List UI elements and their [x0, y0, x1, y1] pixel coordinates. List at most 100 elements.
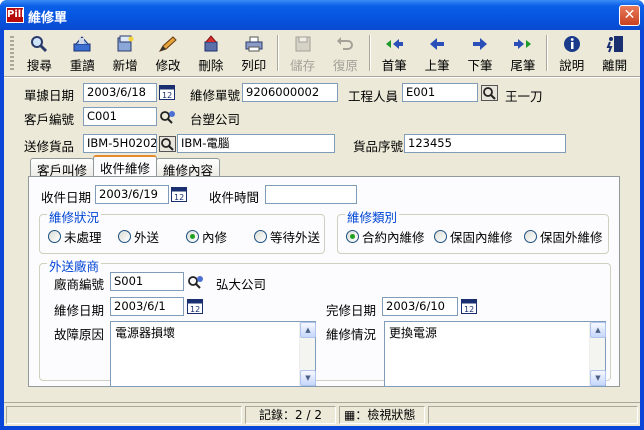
radio-sent-out[interactable]: 外送	[118, 227, 159, 246]
edit-button[interactable]: 修改	[147, 32, 190, 74]
engineer-code-field[interactable]: E001	[402, 83, 478, 102]
application-window: Pill 維修單 ✕ 搜尋 重讀 新增 修改 刪除 列印 儲存 復原 首筆 上筆…	[0, 0, 644, 430]
undo-icon	[335, 35, 355, 53]
delete-button[interactable]: 刪除	[189, 32, 232, 74]
save-button[interactable]: 儲存	[281, 32, 324, 74]
engineer-label: 工程人員	[348, 89, 399, 104]
product-label: 送修貨品	[24, 139, 75, 154]
repair-status-group: 維修狀況 未處理 外送 內修 等待外送	[39, 207, 325, 254]
close-button[interactable]: ✕	[619, 5, 640, 26]
save-icon	[293, 35, 313, 53]
last-record-button[interactable]: 尾筆	[501, 32, 544, 74]
result-label: 維修情況	[326, 327, 377, 342]
product-code-field[interactable]: IBM-5H02023	[83, 134, 157, 153]
radio-button-selected[interactable]	[346, 230, 359, 243]
fault-text: 電源器損壞	[115, 326, 176, 340]
status-bar: 記錄：2 / 2 ▦：檢視狀態	[4, 402, 640, 426]
toolbar: 搜尋 重讀 新增 修改 刪除 列印 儲存 復原 首筆 上筆 下筆 尾筆 說明 離…	[8, 32, 636, 74]
svg-text:12: 12	[190, 305, 200, 314]
lookup-icon[interactable]	[480, 84, 498, 101]
radio-out-of-warranty[interactable]: 保固外維修	[524, 227, 603, 246]
order-no-field[interactable]: 9206000002	[242, 83, 338, 102]
first-record-icon	[384, 35, 404, 53]
client-area: 搜尋 重讀 新增 修改 刪除 列印 儲存 復原 首筆 上筆 下筆 尾筆 說明 離…	[4, 30, 640, 426]
title-bar[interactable]: Pill 維修單 ✕	[0, 0, 644, 30]
serial-no-field[interactable]: 123455	[404, 134, 566, 153]
result-text: 更換電源	[389, 326, 438, 340]
status-panel-message	[6, 406, 242, 424]
reload-icon	[72, 35, 92, 53]
lookup-icon[interactable]	[186, 273, 204, 290]
tab-customer-call[interactable]: 客戶叫修	[30, 158, 95, 178]
fault-textarea[interactable]: 電源器損壞 ▲ ▼	[110, 321, 316, 387]
svg-text:12: 12	[174, 193, 184, 202]
app-icon: Pill	[6, 7, 25, 23]
record-counter: 記錄：2 / 2	[245, 406, 336, 424]
status-panel-empty	[428, 406, 638, 424]
repair-type-title: 維修類別	[345, 207, 400, 226]
tab-receive-repair[interactable]: 收件維修	[93, 155, 158, 176]
calendar-icon[interactable]: 12	[460, 298, 478, 315]
vendor-code-label: 廠商編號	[54, 277, 105, 292]
done-date-field[interactable]: 2003/6/10	[382, 297, 458, 316]
lookup-icon[interactable]	[158, 108, 176, 125]
next-record-button[interactable]: 下筆	[459, 32, 502, 74]
next-record-icon	[470, 35, 490, 53]
radio-unprocessed[interactable]: 未處理	[48, 227, 102, 246]
radio-button-selected[interactable]	[186, 230, 199, 243]
repair-date-field[interactable]: 2003/6/1	[110, 297, 184, 316]
tab-repair-content[interactable]: 維修內容	[156, 158, 221, 178]
first-record-button[interactable]: 首筆	[373, 32, 416, 74]
magnifier-icon	[29, 35, 49, 53]
tab-panel: 收件日期 2003/6/19 12 收件時間 維修狀況 未處理 外送 內修 等待…	[28, 176, 620, 387]
toolbar-grip[interactable]	[10, 36, 14, 70]
svg-text:12: 12	[162, 91, 172, 100]
vendor-name: 弘大公司	[216, 277, 267, 292]
vendor-code-field[interactable]: S001	[110, 272, 184, 291]
scrollbar[interactable]: ▲ ▼	[589, 322, 606, 386]
printer-icon	[244, 35, 264, 53]
undo-button[interactable]: 復原	[324, 32, 367, 74]
calendar-icon[interactable]: 12	[186, 298, 204, 315]
engineer-name: 王一刀	[505, 89, 543, 104]
vendor-group: 外送廠商 廠商編號 S001 弘大公司 維修日期 2003/6/1 12 完修日…	[39, 256, 611, 387]
previous-record-button[interactable]: 上筆	[416, 32, 459, 74]
print-button[interactable]: 列印	[232, 32, 275, 74]
scroll-up-icon[interactable]: ▲	[590, 322, 606, 338]
radio-in-warranty[interactable]: 保固內維修	[434, 227, 513, 246]
scroll-down-icon[interactable]: ▼	[300, 370, 316, 386]
search-button[interactable]: 搜尋	[18, 32, 61, 74]
scroll-down-icon[interactable]: ▼	[590, 370, 606, 386]
receive-date-field[interactable]: 2003/6/19	[95, 185, 169, 204]
reload-button[interactable]: 重讀	[61, 32, 104, 74]
edit-icon	[158, 35, 178, 53]
radio-contract-repair[interactable]: 合約內維修	[346, 227, 425, 246]
calendar-icon[interactable]: 12	[158, 84, 176, 101]
scroll-up-icon[interactable]: ▲	[300, 322, 316, 338]
new-button[interactable]: 新增	[104, 32, 147, 74]
repair-date-label: 維修日期	[54, 303, 105, 318]
calendar-icon[interactable]: 12	[170, 186, 188, 203]
toolbar-separator	[546, 35, 549, 71]
radio-in-house[interactable]: 內修	[186, 227, 227, 246]
scrollbar[interactable]: ▲ ▼	[299, 322, 316, 386]
receive-time-field[interactable]	[265, 185, 357, 204]
radio-button[interactable]	[48, 230, 61, 243]
order-date-field[interactable]: 2003/6/18	[83, 83, 157, 102]
radio-button[interactable]	[254, 230, 267, 243]
help-button[interactable]: 說明	[550, 32, 593, 74]
last-record-icon	[513, 35, 533, 53]
radio-button[interactable]	[524, 230, 537, 243]
radio-button[interactable]	[434, 230, 447, 243]
radio-awaiting-send[interactable]: 等待外送	[254, 227, 320, 246]
customer-label: 客戶編號	[24, 112, 75, 127]
product-name-field[interactable]: IBM-電腦	[177, 134, 335, 153]
lookup-icon[interactable]	[158, 135, 176, 152]
toolbar-separator	[277, 35, 280, 71]
serial-label: 貨品序號	[353, 139, 404, 154]
exit-button[interactable]: 離開	[593, 32, 636, 74]
customer-code-field[interactable]: C001	[83, 107, 157, 126]
result-textarea[interactable]: 更換電源 ▲ ▼	[384, 321, 606, 387]
window-title: 維修單	[28, 11, 68, 26]
radio-button[interactable]	[118, 230, 131, 243]
